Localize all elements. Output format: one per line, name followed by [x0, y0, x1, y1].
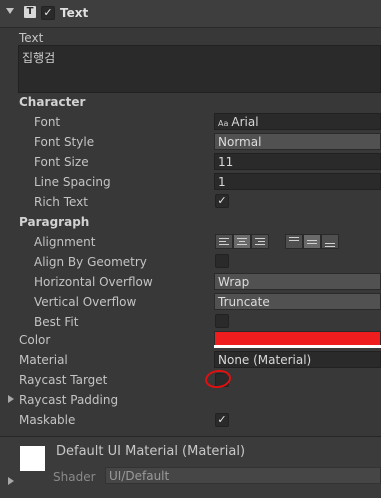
vertical-overflow-label: Vertical Overflow — [34, 295, 137, 309]
font-asset-icon: Aa — [218, 119, 229, 128]
align-top-button[interactable] — [285, 234, 303, 249]
align-right-button[interactable] — [251, 234, 269, 249]
raycast-padding-expand-icon[interactable] — [8, 395, 14, 403]
color-alpha-bar — [214, 345, 381, 348]
best-fit-label: Best Fit — [34, 315, 79, 329]
font-size-label: Font Size — [34, 155, 89, 169]
material-title: Default UI Material (Material) — [56, 444, 246, 459]
vertical-overflow-dropdown[interactable]: Truncate — [214, 293, 381, 310]
foldout-arrow-icon[interactable] — [6, 8, 14, 14]
align-middle-button[interactable] — [303, 234, 321, 249]
text-component-icon: T — [24, 6, 36, 18]
material-field[interactable]: None (Material) — [214, 351, 381, 368]
align-left-button[interactable] — [215, 234, 233, 249]
maskable-checkbox[interactable]: ✓ — [215, 413, 229, 427]
component-header — [0, 0, 381, 28]
font-size-field[interactable]: 11 — [214, 153, 381, 170]
align-bottom-button[interactable] — [321, 234, 339, 249]
line-spacing-field[interactable]: 1 — [214, 173, 381, 190]
alignment-label: Alignment — [34, 235, 96, 249]
font-style-dropdown[interactable]: Normal — [214, 133, 381, 150]
text-label: Text — [19, 31, 44, 45]
shader-dropdown[interactable]: UI/Default — [105, 467, 381, 484]
component-title: Text — [60, 6, 89, 20]
character-header: Character — [19, 95, 86, 109]
font-field[interactable]: Aa Arial — [214, 113, 381, 130]
font-style-label: Font Style — [34, 135, 95, 149]
material-thumbnail — [20, 446, 45, 471]
align-by-geometry-checkbox[interactable] — [215, 254, 229, 268]
paragraph-header: Paragraph — [19, 215, 90, 229]
best-fit-checkbox[interactable] — [215, 314, 229, 328]
horizontal-overflow-dropdown[interactable]: Wrap — [214, 273, 381, 290]
text-input[interactable]: 집행검 — [18, 45, 381, 93]
align-center-button[interactable] — [233, 234, 251, 249]
rich-text-label: Rich Text — [34, 195, 88, 209]
rich-text-checkbox[interactable]: ✓ — [215, 194, 229, 208]
material-expand-icon[interactable] — [8, 477, 14, 485]
material-label: Material — [19, 353, 68, 367]
vertical-alignment-group — [285, 234, 339, 249]
line-spacing-label: Line Spacing — [34, 175, 111, 189]
raycast-target-label: Raycast Target — [19, 373, 108, 387]
align-by-geometry-label: Align By Geometry — [34, 255, 147, 269]
component-enabled-checkbox[interactable]: ✓ — [41, 6, 55, 20]
maskable-label: Maskable — [19, 413, 76, 427]
raycast-padding-label[interactable]: Raycast Padding — [19, 393, 118, 407]
color-label: Color — [19, 333, 51, 347]
font-value: Arial — [231, 115, 259, 129]
horizontal-overflow-label: Horizontal Overflow — [34, 275, 153, 289]
shader-label: Shader — [53, 470, 96, 484]
horizontal-alignment-group — [215, 234, 269, 249]
text-input-value: 집행검 — [22, 51, 56, 65]
font-label: Font — [34, 115, 61, 129]
